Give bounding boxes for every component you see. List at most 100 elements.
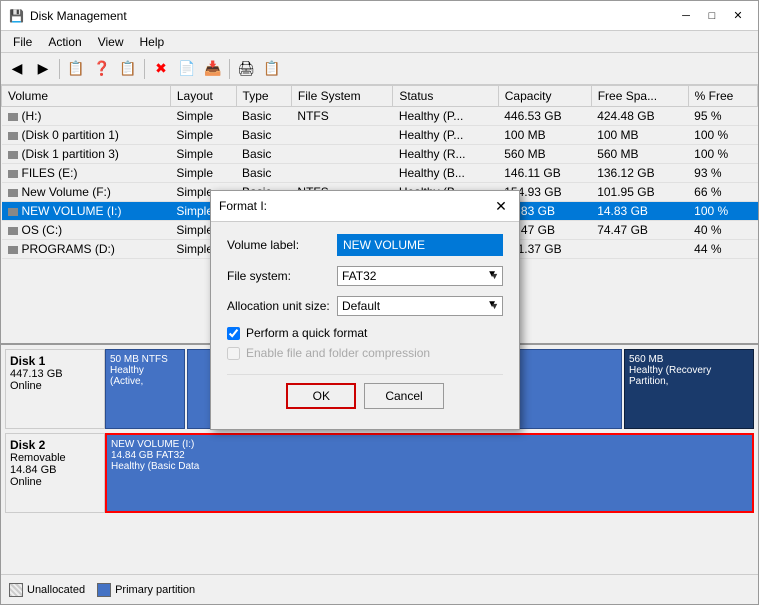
table-cell: 100 % — [688, 202, 757, 221]
cancel-button[interactable]: Cancel — [364, 383, 443, 409]
allocation-select[interactable]: Default 512 1024 2048 4096 — [337, 296, 503, 316]
menu-view[interactable]: View — [90, 33, 132, 51]
disk1-size: 447.13 GB — [10, 368, 63, 380]
table-cell: Basic — [236, 164, 291, 183]
table-cell: Healthy (P... — [393, 107, 498, 126]
toolbar-btn-8[interactable]: 📥 — [201, 57, 225, 81]
col-status[interactable]: Status — [393, 86, 498, 107]
table-cell: (Disk 0 partition 1) — [2, 126, 171, 145]
table-cell: NTFS — [291, 107, 392, 126]
table-row[interactable]: (Disk 0 partition 1)SimpleBasicHealthy (… — [2, 126, 758, 145]
table-cell: 93 % — [688, 164, 757, 183]
table-cell: Basic — [236, 145, 291, 164]
minimize-button[interactable]: ─ — [674, 6, 698, 26]
volume-icon — [8, 227, 18, 235]
disk2-label: Disk 2 Removable 14.84 GB Online — [5, 433, 105, 513]
col-freespace[interactable]: Free Spa... — [591, 86, 688, 107]
toolbar-btn-5[interactable]: 📋 — [116, 57, 140, 81]
volume-label-input[interactable] — [337, 234, 503, 256]
disk2-size: 14.84 GB — [10, 464, 56, 476]
volume-icon — [8, 151, 18, 159]
volume-icon — [8, 132, 18, 140]
table-row[interactable]: (Disk 1 partition 3)SimpleBasicHealthy (… — [2, 145, 758, 164]
legend-primary: Primary partition — [97, 583, 195, 597]
toolbar-btn-10[interactable]: 📋 — [260, 57, 284, 81]
file-system-row: File system: FAT32 NTFS exFAT ▼ — [227, 266, 503, 286]
legend-unallocated: Unallocated — [9, 583, 85, 597]
table-cell: 560 MB — [498, 145, 591, 164]
table-cell: 95 % — [688, 107, 757, 126]
table-cell: OS (C:) — [2, 221, 171, 240]
table-row[interactable]: FILES (E:)SimpleBasicHealthy (B...146.11… — [2, 164, 758, 183]
disk1-name: Disk 1 — [10, 354, 100, 368]
toolbar-forward[interactable]: ▶ — [31, 57, 55, 81]
close-button[interactable]: ✕ — [726, 6, 750, 26]
table-cell: 136.12 GB — [591, 164, 688, 183]
col-capacity[interactable]: Capacity — [498, 86, 591, 107]
table-cell: 66 % — [688, 183, 757, 202]
table-cell: Simple — [170, 107, 236, 126]
compression-checkbox[interactable] — [227, 347, 240, 360]
volume-icon — [8, 246, 18, 254]
table-cell: Basic — [236, 107, 291, 126]
toolbar-btn-7[interactable]: 📄 — [175, 57, 199, 81]
disk2-partition-1[interactable]: NEW VOLUME (I:)14.84 GB FAT32Healthy (Ba… — [105, 433, 754, 513]
menu-help[interactable]: Help — [132, 33, 173, 51]
col-percent[interactable]: % Free — [688, 86, 757, 107]
disk2-row: Disk 2 Removable 14.84 GB Online NEW VOL… — [5, 433, 754, 513]
table-cell: 44 % — [688, 240, 757, 259]
compression-label: Enable file and folder compression — [246, 346, 430, 360]
disk2-partitions: NEW VOLUME (I:)14.84 GB FAT32Healthy (Ba… — [105, 433, 754, 513]
menu-action[interactable]: Action — [40, 33, 89, 51]
col-layout[interactable]: Layout — [170, 86, 236, 107]
volume-label-label: Volume label: — [227, 238, 337, 252]
col-volume[interactable]: Volume — [2, 86, 171, 107]
col-filesystem[interactable]: File System — [291, 86, 392, 107]
file-system-select[interactable]: FAT32 NTFS exFAT — [337, 266, 503, 286]
ok-button[interactable]: OK — [286, 383, 356, 409]
disk1-label: Disk 1 447.13 GB Online — [5, 349, 105, 429]
toolbar-back[interactable]: ◀ — [5, 57, 29, 81]
table-cell: Healthy (R... — [393, 145, 498, 164]
modal-close-button[interactable]: ✕ — [491, 197, 511, 215]
window-title: Disk Management — [30, 9, 127, 23]
title-bar: 💾 Disk Management ─ □ ✕ — [1, 1, 758, 31]
table-cell: Healthy (P... — [393, 126, 498, 145]
maximize-button[interactable]: □ — [700, 6, 724, 26]
primary-icon — [97, 583, 111, 597]
allocation-row: Allocation unit size: Default 512 1024 2… — [227, 296, 503, 316]
toolbar-delete[interactable]: ✖ — [149, 57, 173, 81]
menu-file[interactable]: File — [5, 33, 40, 51]
title-bar-left: 💾 Disk Management — [9, 9, 127, 23]
disk2-name: Disk 2 — [10, 438, 100, 452]
table-cell: 446.53 GB — [498, 107, 591, 126]
unallocated-label: Unallocated — [27, 584, 85, 596]
modal-body: Volume label: File system: FAT32 NTFS ex… — [211, 222, 519, 429]
toolbar: ◀ ▶ 📋 ❓ 📋 ✖ 📄 📥 🖨 📋 — [1, 53, 758, 85]
modal-title: Format I: — [219, 199, 267, 213]
table-cell — [591, 240, 688, 259]
table-cell: 146.11 GB — [498, 164, 591, 183]
disk1-partition-3[interactable]: 560 MBHealthy (Recovery Partition, — [624, 349, 754, 429]
window-icon: 💾 — [9, 9, 24, 23]
disk1-partition-1[interactable]: 50 MB NTFSHealthy (Active, — [105, 349, 185, 429]
disk1-p1-label: 50 MB NTFSHealthy (Active, — [110, 354, 180, 387]
table-cell: Simple — [170, 164, 236, 183]
table-cell: Healthy (B... — [393, 164, 498, 183]
table-cell: 100 % — [688, 126, 757, 145]
table-cell: 560 MB — [591, 145, 688, 164]
toolbar-help[interactable]: ❓ — [90, 57, 114, 81]
disk2-p1-label: NEW VOLUME (I:)14.84 GB FAT32Healthy (Ba… — [111, 439, 748, 472]
table-row[interactable]: (H:)SimpleBasicNTFSHealthy (P...446.53 G… — [2, 107, 758, 126]
table-cell: (Disk 1 partition 3) — [2, 145, 171, 164]
file-system-control: FAT32 NTFS exFAT ▼ — [337, 266, 503, 286]
table-cell: Basic — [236, 126, 291, 145]
format-dialog: Format I: ✕ Volume label: File system: F… — [210, 190, 520, 430]
quick-format-label[interactable]: Perform a quick format — [246, 326, 367, 340]
col-type[interactable]: Type — [236, 86, 291, 107]
toolbar-btn-3[interactable]: 📋 — [64, 57, 88, 81]
toolbar-print[interactable]: 🖨 — [234, 57, 258, 81]
quick-format-checkbox[interactable] — [227, 327, 240, 340]
table-cell: 100 MB — [591, 126, 688, 145]
disk1-p3-label: 560 MBHealthy (Recovery Partition, — [629, 354, 749, 387]
